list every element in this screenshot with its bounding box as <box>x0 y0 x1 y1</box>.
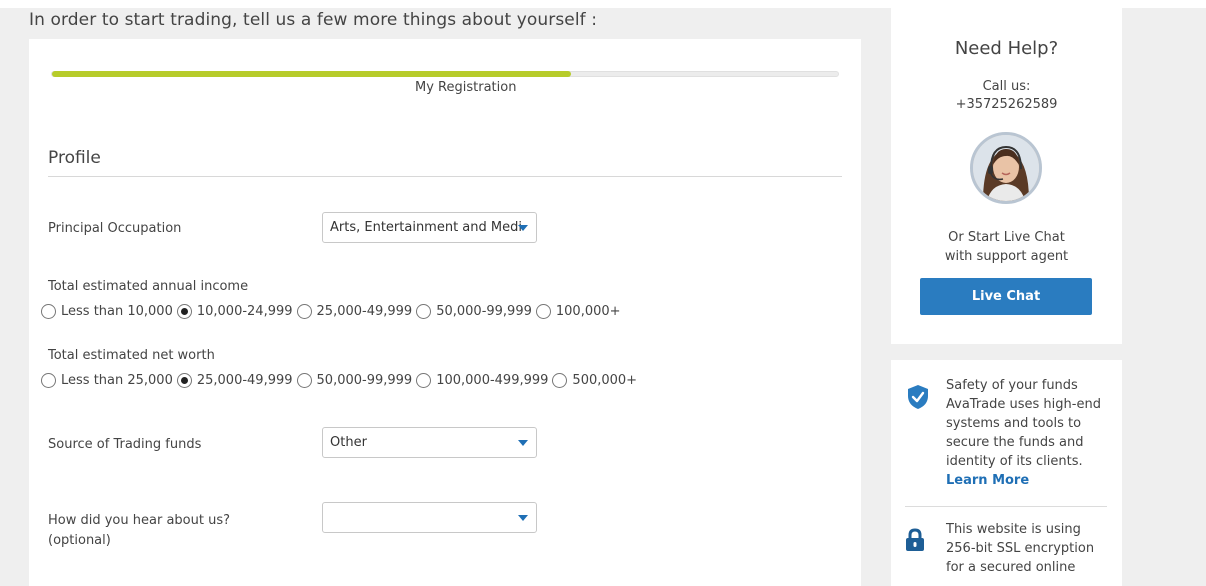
progress-label: My Registration <box>415 80 517 95</box>
funds-safety-text: Safety of your funds AvaTrade uses high-… <box>946 376 1106 490</box>
hear-about-select[interactable] <box>322 502 537 533</box>
support-agent-portrait <box>973 135 1039 201</box>
safety-panel: Safety of your funds AvaTrade uses high-… <box>891 360 1122 586</box>
chevron-down-icon <box>518 515 528 521</box>
chat-line-2: with support agent <box>944 249 1069 264</box>
progress-fill <box>52 71 571 77</box>
radio-button[interactable] <box>176 304 192 319</box>
net-worth-radio-group: Less than 25,000 25,000-49,999 50,000-99… <box>41 373 641 388</box>
income-radio-group: Less than 10,000 10,000-24,999 25,000-49… <box>41 304 625 319</box>
income-option[interactable]: 25,000-49,999 <box>296 304 412 319</box>
help-call-info: Call us: +35725262589 <box>891 78 1122 114</box>
section-title: Profile <box>48 148 101 168</box>
section-divider <box>48 176 842 177</box>
funds-source-select[interactable]: Other <box>322 427 537 458</box>
net-worth-option[interactable]: Less than 25,000 <box>41 373 173 388</box>
support-agent-avatar <box>970 132 1042 204</box>
radio-button[interactable] <box>41 373 56 388</box>
net-worth-option[interactable]: 100,000-499,999 <box>416 373 548 388</box>
net-worth-option[interactable]: 25,000-49,999 <box>176 373 293 388</box>
occupation-label: Principal Occupation <box>48 221 182 236</box>
live-chat-button[interactable]: Live Chat <box>920 278 1092 315</box>
occupation-select[interactable]: Arts, Entertainment and Medi <box>322 212 537 243</box>
chevron-down-icon <box>518 440 528 446</box>
radio-button[interactable] <box>176 373 192 388</box>
occupation-value: Arts, Entertainment and Medi <box>330 220 522 235</box>
help-panel: Need Help? Call us: +35725262589 Or Star… <box>891 8 1122 344</box>
help-title: Need Help? <box>954 38 1059 59</box>
income-option[interactable]: 10,000-24,999 <box>176 304 293 319</box>
hear-about-label: How did you hear about us? <box>48 513 230 528</box>
income-label: Total estimated annual income <box>48 279 249 294</box>
funds-source-label: Source of Trading funds <box>48 437 202 452</box>
radio-button[interactable] <box>552 373 568 388</box>
net-worth-option[interactable]: 500,000+ <box>552 373 637 388</box>
income-option[interactable]: 100,000+ <box>535 304 621 319</box>
registration-progress-bar <box>51 71 839 77</box>
call-label: Call us: <box>982 79 1031 94</box>
safety-divider <box>905 506 1107 507</box>
page-heading: In order to start trading, tell us a few… <box>29 10 598 30</box>
ssl-info-text: This website is using 256-bit SSL encryp… <box>946 522 1095 575</box>
live-chat-info: Or Start Live Chat with support agent <box>891 228 1122 266</box>
chat-line-1: Or Start Live Chat <box>948 230 1065 245</box>
funds-source-value: Other <box>330 435 367 450</box>
income-option[interactable]: 50,000-99,999 <box>416 304 532 319</box>
radio-button[interactable] <box>41 304 56 319</box>
learn-more-link[interactable]: Learn More <box>946 471 1106 490</box>
hear-about-optional-label: (optional) <box>48 533 111 548</box>
net-worth-option[interactable]: 50,000-99,999 <box>296 373 412 388</box>
radio-button[interactable] <box>416 373 432 388</box>
shield-check-icon <box>908 385 928 409</box>
lock-icon <box>906 528 924 551</box>
income-option[interactable]: Less than 10,000 <box>41 304 173 319</box>
chevron-down-icon <box>518 225 528 231</box>
registration-form: My Registration Profile Principal Occupa… <box>29 39 861 586</box>
radio-button[interactable] <box>296 373 312 388</box>
radio-button[interactable] <box>535 304 551 319</box>
radio-button[interactable] <box>296 304 312 319</box>
net-worth-label: Total estimated net worth <box>48 348 215 363</box>
radio-button[interactable] <box>416 304 432 319</box>
phone-number: +35725262589 <box>955 97 1058 112</box>
